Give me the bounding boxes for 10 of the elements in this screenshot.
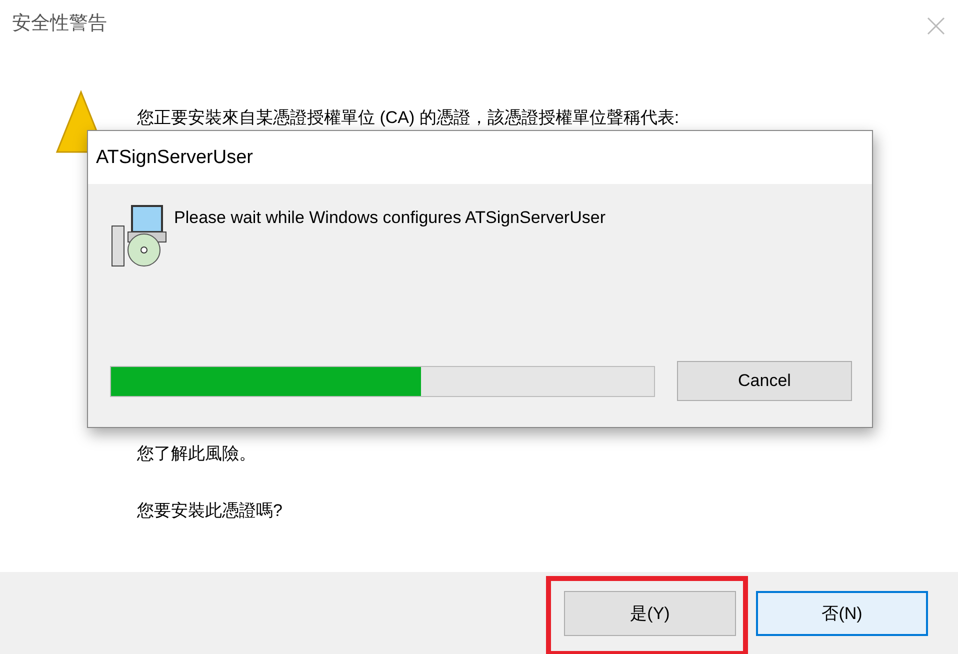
dialog-title: ATSignServerUser <box>96 146 253 168</box>
yes-button[interactable]: 是(Y) <box>564 590 736 636</box>
window-title: 安全性警告 <box>12 12 107 36</box>
message-text: 您正要安裝來自某憑證授權單位 (CA) 的憑證，該憑證授權單位聲稱代表: <box>137 107 680 129</box>
question-text: 您要安裝此憑證嗎? <box>137 500 284 522</box>
close-icon[interactable] <box>926 16 946 36</box>
progress-message: Please wait while Windows configures ATSignServerUser <box>174 208 606 228</box>
cancel-button[interactable]: Cancel <box>677 361 852 401</box>
message-text: 您了解此風險。 <box>137 443 257 465</box>
no-button[interactable]: 否(N) <box>756 590 928 636</box>
